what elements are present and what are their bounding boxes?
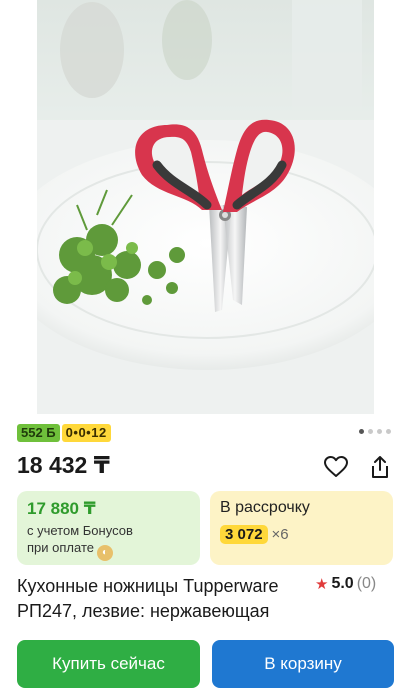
product-price: 18 432 ₸ — [17, 452, 110, 478]
bonus-badge: 552 Б — [17, 424, 60, 442]
buy-now-button[interactable]: Купить сейчас — [17, 640, 200, 688]
pagination-dot-active — [359, 429, 364, 434]
bonus-price: 17 880 ₸ — [27, 499, 96, 518]
bonus-note-line2: при оплате — [27, 540, 94, 555]
bonus-price-card[interactable]: 17 880 ₸ с учетом Бонусов при оплате ◐ — [17, 491, 200, 565]
favorite-button[interactable] — [322, 453, 350, 481]
installment-months: ×6 — [271, 526, 289, 543]
product-title: Кухонные ножницы Tupperware РП247, лезви… — [17, 576, 279, 621]
pagination-dot — [377, 429, 382, 434]
rating-score: 5.0 — [331, 575, 354, 592]
coin-icon: ◐ — [96, 545, 113, 561]
heart-icon — [324, 456, 348, 477]
product-gallery[interactable] — [0, 0, 411, 418]
reviews-count: (0) — [356, 575, 377, 592]
gallery-pagination — [359, 429, 391, 434]
share-button[interactable] — [366, 453, 394, 481]
installment-amount: 3 072 — [220, 525, 268, 544]
bonus-note: с учетом Бонусов при оплате ◐ — [27, 522, 190, 561]
installment-badge: 0•0•12 — [61, 424, 111, 442]
product-photo[interactable] — [37, 0, 374, 414]
share-icon — [372, 456, 388, 478]
installment-card[interactable]: В рассрочку 3 072 ×6 — [210, 491, 393, 565]
installment-row: 3 072 ×6 — [220, 525, 383, 544]
bonus-note-line1: с учетом Бонусов — [27, 523, 133, 538]
star-icon: ★ — [315, 576, 329, 593]
pagination-dot — [386, 429, 391, 434]
product-image-scissors — [37, 0, 374, 414]
bottom-action-bar: Купить сейчас В корзину — [0, 632, 411, 699]
add-to-cart-button[interactable]: В корзину — [212, 640, 394, 688]
product-rating[interactable]: ★ 5.0 (0) — [315, 575, 376, 593]
promo-badges: 552 Б 0•0•12 — [17, 424, 111, 442]
pagination-dot — [368, 429, 373, 434]
installment-title: В рассрочку — [220, 499, 310, 516]
